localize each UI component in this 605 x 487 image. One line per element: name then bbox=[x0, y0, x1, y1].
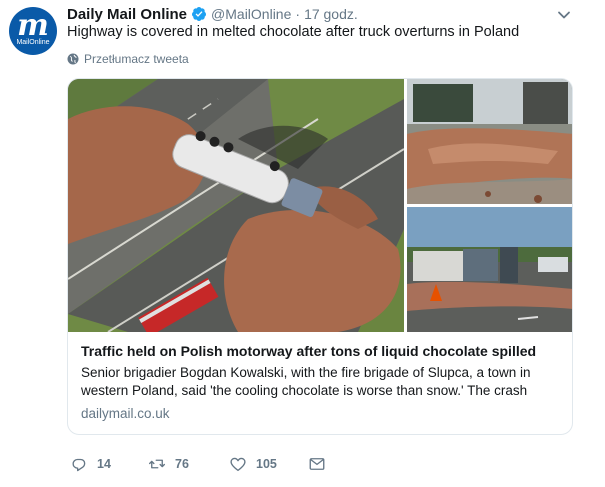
direct-message-icon bbox=[309, 458, 325, 470]
card-image-main bbox=[68, 79, 405, 337]
direct-message-button[interactable] bbox=[308, 454, 326, 474]
card-body[interactable]: Traffic held on Polish motorway after to… bbox=[68, 332, 572, 434]
tweet[interactable]: m MailOnline Daily Mail Online @MailOnli… bbox=[0, 0, 605, 487]
card-media[interactable] bbox=[68, 79, 572, 337]
like-button[interactable]: 105 bbox=[229, 454, 277, 474]
tweet-actions: 14 76 105 bbox=[67, 454, 367, 474]
translate-tweet-link[interactable]: Przetłumacz tweeta bbox=[67, 51, 189, 67]
verified-icon bbox=[192, 7, 207, 21]
reply-count: 14 bbox=[97, 457, 111, 471]
reply-button[interactable]: 14 bbox=[70, 454, 111, 474]
author-name[interactable]: Daily Mail Online bbox=[67, 6, 187, 23]
avatar[interactable]: m MailOnline bbox=[9, 7, 57, 55]
retweet-count: 76 bbox=[175, 457, 189, 471]
reply-icon bbox=[72, 458, 86, 472]
like-icon bbox=[230, 457, 246, 472]
separator-dot: · bbox=[295, 6, 301, 22]
card-description: Senior brigadier Bogdan Kowalski, with t… bbox=[81, 365, 531, 398]
avatar-logo-mark: m bbox=[17, 8, 49, 43]
retweet-icon bbox=[148, 459, 166, 469]
timestamp[interactable]: 17 godz. bbox=[304, 6, 358, 22]
card-domain: dailymail.co.uk bbox=[81, 406, 170, 421]
globe-icon bbox=[67, 53, 79, 65]
link-card[interactable]: Traffic held on Polish motorway after to… bbox=[67, 78, 573, 435]
like-count: 105 bbox=[256, 457, 277, 471]
chevron-down-icon[interactable] bbox=[557, 8, 571, 22]
card-title[interactable]: Traffic held on Polish motorway after to… bbox=[81, 343, 561, 359]
avatar-logo-text: MailOnline bbox=[16, 39, 50, 46]
author-handle[interactable]: @MailOnline bbox=[211, 6, 291, 22]
translate-label: Przetłumacz tweeta bbox=[84, 52, 189, 66]
tweet-text: Highway is covered in melted chocolate a… bbox=[67, 24, 520, 40]
card-image-chocolate-closeup bbox=[407, 79, 572, 204]
retweet-button[interactable]: 76 bbox=[148, 454, 189, 474]
card-image-overturned-truck bbox=[407, 207, 572, 332]
tweet-header: Daily Mail Online @MailOnline · 17 godz. bbox=[67, 4, 358, 24]
